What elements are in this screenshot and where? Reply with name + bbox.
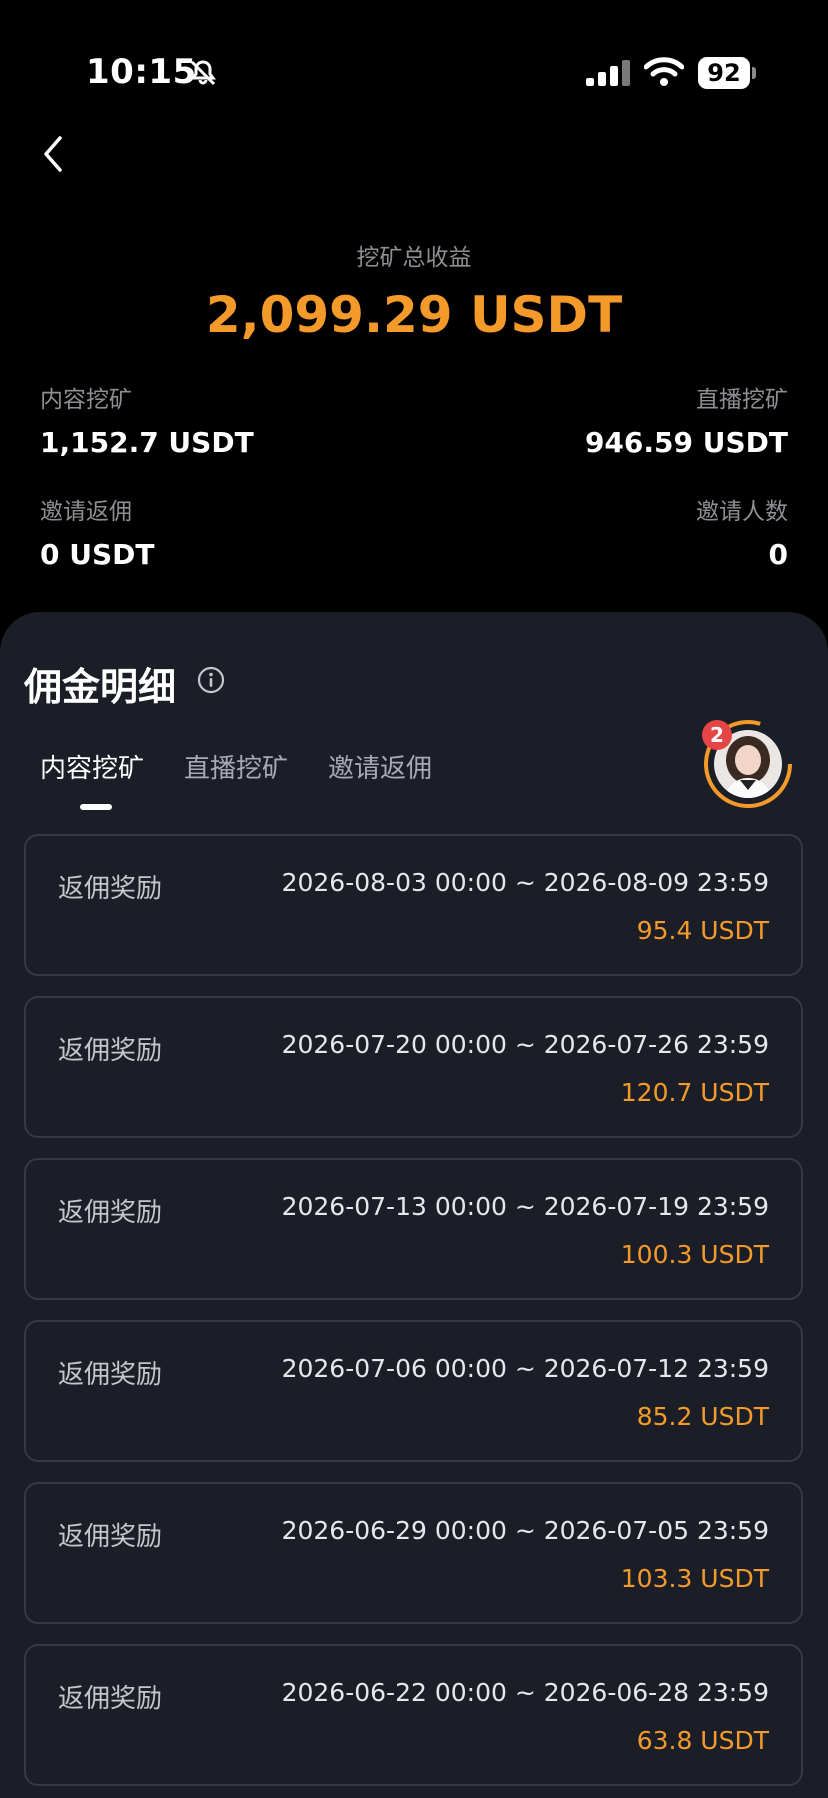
record-title: 返佣奖励 — [58, 874, 163, 904]
record-title: 返佣奖励 — [58, 1198, 163, 1228]
record-amount: 63.8 USDT — [636, 1726, 769, 1755]
record-amount: 85.2 USDT — [636, 1402, 769, 1431]
record-date-range: 2026-06-29 00:00 ~ 2026-07-05 23:59 — [281, 1516, 769, 1545]
record-date-range: 2026-06-22 00:00 ~ 2026-06-28 23:59 — [281, 1678, 769, 1707]
total-earnings-value: 2,099.29 USDT — [205, 286, 623, 344]
total-earnings-label: 挖矿总收益 — [356, 245, 472, 271]
record-amount: 103.3 USDT — [620, 1564, 769, 1593]
live-mining-label: 直播挖矿 — [696, 387, 788, 413]
record-amount: 120.7 USDT — [620, 1078, 769, 1107]
record-title: 返佣奖励 — [58, 1036, 163, 1066]
active-tab-indicator — [80, 804, 112, 810]
record-date-range: 2026-07-06 00:00 ~ 2026-07-12 23:59 — [281, 1354, 769, 1383]
battery-level: 92 — [698, 57, 750, 89]
tab-live-mining[interactable]: 直播挖矿 — [184, 748, 288, 785]
bell-slash-icon — [190, 60, 216, 86]
record-card[interactable]: 返佣奖励 2026-08-03 00:00 ~ 2026-08-09 23:59… — [24, 834, 803, 976]
record-date-range: 2026-08-03 00:00 ~ 2026-08-09 23:59 — [281, 868, 769, 897]
panel-title: 佣金明细 — [24, 665, 177, 709]
invite-rebate-value: 0 USDT — [40, 538, 155, 571]
notification-badge: 2 — [702, 720, 732, 750]
record-title: 返佣奖励 — [58, 1360, 163, 1390]
tab-invite-rebate[interactable]: 邀请返佣 — [328, 748, 432, 785]
tab-content-mining[interactable]: 内容挖矿 — [40, 748, 144, 785]
status-time: 10:15 — [86, 52, 197, 92]
record-amount: 100.3 USDT — [620, 1240, 769, 1269]
invite-rebate-label: 邀请返佣 — [40, 499, 132, 525]
live-mining-value: 946.59 USDT — [584, 426, 788, 459]
record-card[interactable]: 返佣奖励 2026-07-13 00:00 ~ 2026-07-19 23:59… — [24, 1158, 803, 1300]
record-date-range: 2026-07-20 00:00 ~ 2026-07-26 23:59 — [281, 1030, 769, 1059]
support-avatar-button[interactable]: 2 — [700, 716, 796, 812]
content-mining-label: 内容挖矿 — [40, 387, 132, 413]
invite-count-value: 0 — [768, 538, 788, 571]
record-card[interactable]: 返佣奖励 2026-06-29 00:00 ~ 2026-07-05 23:59… — [24, 1482, 803, 1624]
record-card[interactable]: 返佣奖励 2026-07-20 00:00 ~ 2026-07-26 23:59… — [24, 996, 803, 1138]
info-icon[interactable] — [196, 665, 226, 695]
record-title: 返佣奖励 — [58, 1684, 163, 1714]
content-mining-value: 1,152.7 USDT — [40, 426, 254, 459]
back-chevron-icon[interactable] — [38, 134, 68, 174]
wifi-icon — [644, 57, 684, 86]
signal-icon — [586, 60, 630, 86]
record-card[interactable]: 返佣奖励 2026-06-22 00:00 ~ 2026-06-28 23:59… — [24, 1644, 803, 1786]
record-card[interactable]: 返佣奖励 2026-07-06 00:00 ~ 2026-07-12 23:59… — [24, 1320, 803, 1462]
battery-icon: 92 — [698, 57, 756, 89]
record-date-range: 2026-07-13 00:00 ~ 2026-07-19 23:59 — [281, 1192, 769, 1221]
status-bar: 10:15 92 — [0, 0, 828, 110]
record-title: 返佣奖励 — [58, 1522, 163, 1552]
record-amount: 95.4 USDT — [636, 916, 769, 945]
invite-count-label: 邀请人数 — [696, 499, 788, 525]
